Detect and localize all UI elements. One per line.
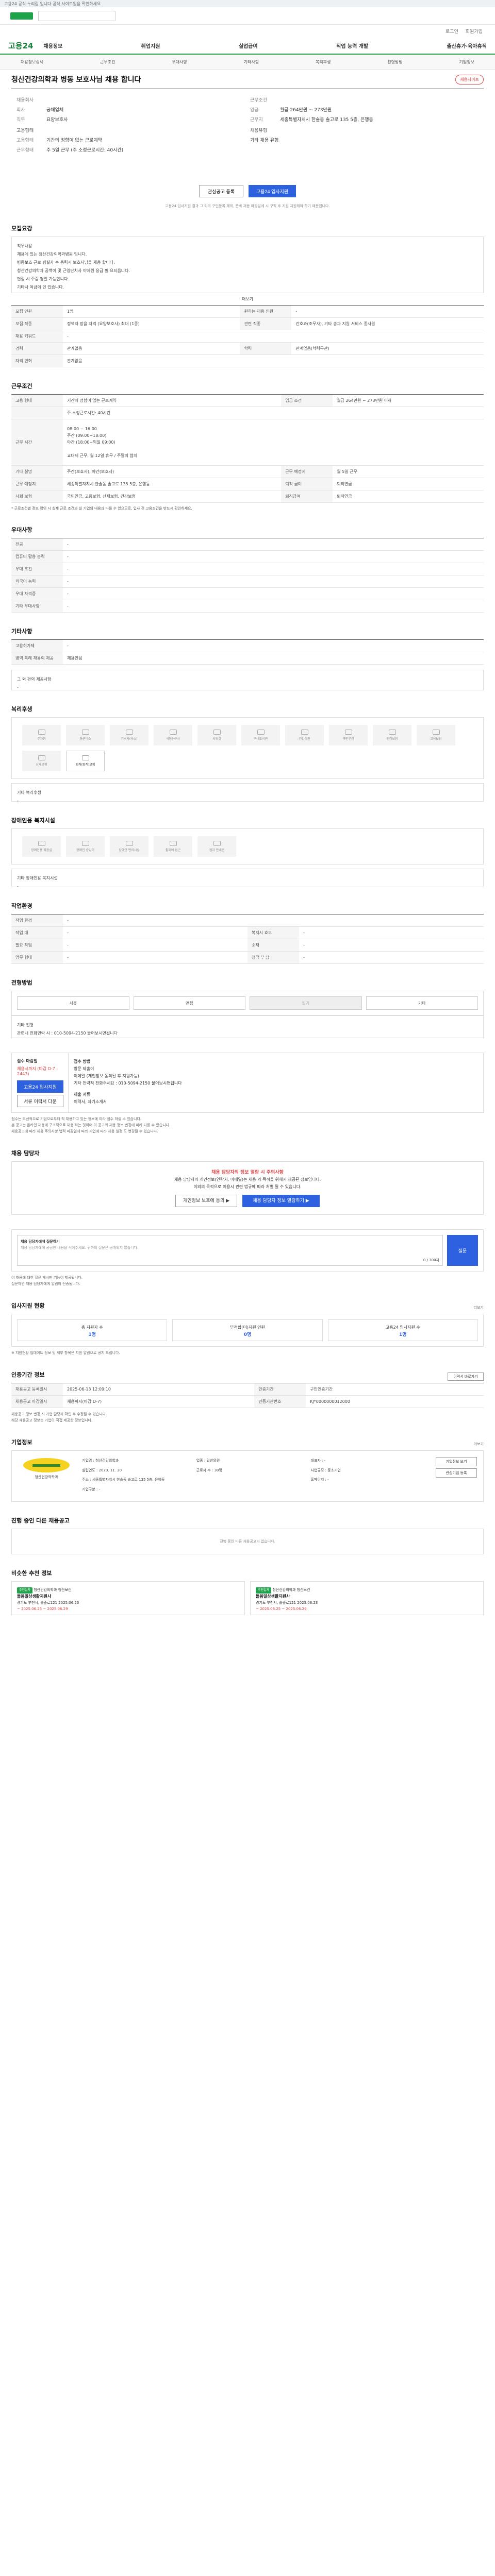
welfare-section: 복리후생 주차장 통근버스 기숙사(숙소) 식당(식사) 샤워실 구내도서관 건…: [11, 705, 484, 803]
submit-question-button[interactable]: 질문: [447, 1235, 478, 1266]
tab-process[interactable]: 전형방법: [387, 59, 402, 65]
recommend-card[interactable]: 추천일자 청산건강의학과 청산보건 돌봄일상생활지원사 경기도 부천시, 솔숲로…: [11, 1581, 245, 1615]
company-logo: [23, 1458, 70, 1472]
employ-ins-icon: 고용보험: [417, 725, 455, 745]
elevator-icon: 장애인 승강기: [66, 836, 105, 857]
braille-icon: 점자 안내판: [197, 836, 236, 857]
gnb-menu: 채용정보 취업지원 실업급여 직업 능력 개발 출산휴가·육아휴직: [43, 42, 487, 49]
insurance-icon: 건강보험: [373, 725, 411, 745]
dorm-icon: 기숙사(숙소): [110, 725, 148, 745]
health-icon: 건강검진: [285, 725, 324, 745]
gnb-item[interactable]: 출산휴가·육아휴직: [447, 42, 487, 49]
work-table: 고용 형태 기간의 정함이 없는 근로계약 임금 조건 월급 264만원 ~ 273만…: [11, 394, 484, 503]
apply-bar: 관심공고 등록 고용24 입사지원: [11, 185, 484, 197]
stats-more-link[interactable]: 더보기: [474, 1305, 484, 1310]
other-jobs-section: 진행 중인 다른 채용공고 진행 중인 다른 채용공고가 없습니다.: [11, 1516, 484, 1554]
page-title: 청산건강의학과 병동 보호사님 채용 합니다: [11, 76, 141, 84]
job-header: 청산건강의학과 병동 보호사님 채용 합니다 채용사이트: [11, 70, 484, 89]
recommend-card[interactable]: 추천일자 청산건강의학과 청산보건 돌봄일상생활지원사 경기도 부천시, 솔숲로…: [250, 1581, 484, 1615]
gov-notice-bar: 고용24 공식 누리집 입니다 공식 사이트임을 확인하세요: [0, 0, 495, 7]
warning-icon: 채용 담당자의 정보 열람 시 주의사항: [211, 1170, 284, 1175]
company-site-button[interactable]: 채용사이트: [455, 74, 484, 84]
more-button[interactable]: 더보기: [11, 296, 484, 302]
period-section: 인증기간 정보 이력서 바로가기 채용공고 등록일시 2025-06-13 12:0…: [11, 1370, 484, 1423]
apply-notice: 고용24 입사지원 결과 그 외의 구인등록 제외, 준비 채용 마감일에 시 …: [165, 204, 330, 208]
privacy-button[interactable]: 개인정보 보호에 동의 ▶: [175, 1195, 237, 1207]
facility-icon: 장애인 편의시설: [110, 836, 148, 857]
recruit-table: 모집 인원 1명 원하는 채용 인원 - 모집 직종 정책자 장을 자격 (요양보호사)…: [11, 305, 484, 367]
shower-icon: 샤워실: [197, 725, 236, 745]
view-manager-button[interactable]: 채용 담당자 정보 열람하기 ▶: [242, 1195, 320, 1207]
work-section: 근무조건 고용 형태 기간의 정함이 없는 근로계약 임금 조건 월급 264만원 ~…: [11, 382, 484, 511]
global-nav: 고용24 채용정보 취업지원 실업급여 직업 능력 개발 출산휴가·육아휴직: [0, 37, 495, 55]
search-input[interactable]: [38, 10, 116, 21]
search-bar: [0, 7, 495, 25]
brand-logo[interactable]: 고용24: [8, 40, 33, 51]
pension-icon: 국민연금: [329, 725, 368, 745]
tab-welfare[interactable]: 복리후생: [316, 59, 331, 65]
process-section: 전형방법 서류 면접 필기 기타 기타 전형 관련내 전화연락 시 : 010-5…: [11, 978, 484, 1038]
login-link[interactable]: 로그인: [446, 28, 458, 35]
tab-etc[interactable]: 기타사항: [244, 59, 259, 65]
section-tabs: 채용정보검색 근무조건 우대사항 기타사항 복리후생 전형방법 기업정보: [0, 55, 495, 70]
etc-section: 기타사항 고용허가제 - 병역 특례 채용의 제공 채용안됨 그 외 편의 제공사항…: [11, 627, 484, 690]
recruit-section: 모집요강 직무내용 채용에 있는 청산건강의학과병원 입니다. 병동보호 근로 …: [11, 224, 484, 367]
apply-online-button[interactable]: 고용24 입사지원: [17, 1080, 63, 1093]
pref-section: 우대사항 전공 - 컴퓨터 활용 능력 - 우대 조건 - 외국어 능력 - 우대 자격…: [11, 526, 484, 613]
scrap-button[interactable]: 관심공고 등록: [199, 185, 243, 197]
workenv-section: 작업환경 작업 환경 - 작업 대 - 복지시 효도 - 필요 작업 - 소재 - 업무 형태…: [11, 902, 484, 964]
tab-work[interactable]: 근무조건: [100, 59, 115, 65]
gnb-item[interactable]: 실업급여: [239, 42, 258, 49]
site-logo[interactable]: [10, 12, 33, 20]
gnb-item[interactable]: 직업 능력 개발: [336, 42, 368, 49]
meal-icon: 식당(식사): [154, 725, 192, 745]
company-more-link[interactable]: 더보기: [474, 1442, 484, 1447]
question-input[interactable]: 채용 담당자에게 질문하기 채용 담당자에게 궁금한 내용을 적어주세요. 귀하…: [17, 1235, 443, 1266]
toilet-icon: 장애인용 화장실: [22, 836, 61, 857]
parking-icon: 주차장: [22, 725, 61, 745]
gnb-item[interactable]: 채용정보: [43, 42, 62, 49]
job-summary: 채용회사 회사 공채업체 직무 요양보호사 고용형태 고용형태 기간의 정함이 없는 …: [11, 89, 484, 179]
welfare-icons: 주차장 통근버스 기숙사(숙소) 식당(식사) 샤워실 구내도서관 건강검진 국…: [11, 717, 484, 779]
company-follow-button[interactable]: 관심기업 등록: [436, 1468, 477, 1478]
bus-icon: 통근버스: [66, 725, 105, 745]
method-etc: 기타: [366, 996, 478, 1010]
apply-button[interactable]: 고용24 입사지원: [249, 185, 296, 197]
recommend-section: 비슷한 추천 정보 추천일자 청산건강의학과 청산보건 돌봄일상생활지원사 경기…: [11, 1569, 484, 1636]
disabled-section: 장애인용 복지시설 장애인용 화장실 장애인 승강기 장애인 편의시설 휠체어 …: [11, 816, 484, 889]
tab-recruit[interactable]: 채용정보검색: [21, 59, 43, 65]
download-button[interactable]: 서류 이력서 다운: [17, 1095, 63, 1107]
accident-icon: 산재보험: [22, 751, 61, 771]
tab-company[interactable]: 기업정보: [459, 59, 474, 65]
wheelchair-icon: 휠체어 접근: [154, 836, 192, 857]
company-section: 기업정보 더보기 청산건강의학과 기업명 : 청산건강의학과 업종 : 일반의원 …: [11, 1438, 484, 1502]
apply-info-section: 접수 마감일 채용시까지 (마감 D-7 : 2443) 고용24 입사지원 서…: [11, 1053, 484, 1134]
stats-section: 입사지원 현황 더보기 총 지원자 수 1명 부적합(미)지원 인원 0명 고용24 …: [11, 1302, 484, 1355]
job-description: 직무내용 채용에 있는 청산건강의학과병원 입니다. 병동보호 근로 병설자 수…: [11, 236, 484, 293]
method-interview: 면접: [133, 996, 245, 1010]
utility-links: 로그인 회원가입: [0, 25, 495, 37]
manager-section: 채용 담당자 채용 담당자의 정보 열람 시 주의사항 채용 담당자의 개인정보…: [11, 1149, 484, 1215]
retire-icon: 퇴직(퇴직)보험: [66, 751, 105, 771]
method-written: 필기: [250, 996, 362, 1010]
tab-pref[interactable]: 우대사항: [172, 59, 187, 65]
company-info-button[interactable]: 기업정보 보기: [436, 1457, 477, 1466]
resume-button[interactable]: 이력서 바로가기: [448, 1372, 484, 1381]
join-link[interactable]: 회원가입: [466, 28, 483, 35]
method-doc: 서류: [17, 996, 129, 1010]
library-icon: 구내도서관: [241, 725, 280, 745]
gnb-item[interactable]: 취업지원: [141, 42, 160, 49]
qna-section: 채용 담당자에게 질문하기 채용 담당자에게 궁금한 내용을 적어주세요. 귀하…: [11, 1229, 484, 1287]
